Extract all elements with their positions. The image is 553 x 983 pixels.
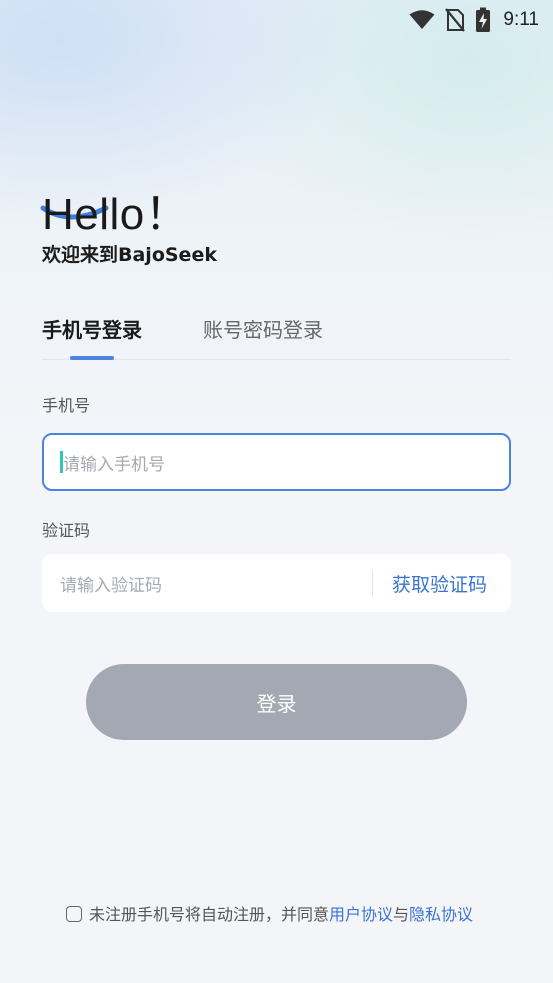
active-tab-indicator xyxy=(70,356,114,360)
agreement-text: 未注册手机号将自动注册，并同意用户协议与隐私协议 xyxy=(66,904,496,925)
code-separator xyxy=(372,570,373,596)
tab-phone-login[interactable]: 手机号登录 xyxy=(42,314,142,343)
welcome-subtitle: 欢迎来到BajoSeek xyxy=(42,244,217,266)
agreement-checkbox[interactable] xyxy=(66,906,82,922)
code-label: 验证码 xyxy=(42,521,91,540)
battery-charging-icon xyxy=(476,7,491,32)
status-time: 9:11 xyxy=(503,9,539,30)
agreement-prefix: 未注册手机号将自动注册，并同意 xyxy=(89,905,330,924)
login-button[interactable]: 登录 xyxy=(86,664,467,740)
phone-input[interactable]: 请输入手机号 xyxy=(42,433,511,491)
phone-placeholder: 请输入手机号 xyxy=(63,454,165,475)
login-tabs: 手机号登录 账号密码登录 xyxy=(42,312,511,362)
status-bar: 9:11 xyxy=(0,0,553,40)
agreement-row: 未注册手机号将自动注册，并同意用户协议与隐私协议 xyxy=(66,904,496,925)
user-agreement-link[interactable]: 用户协议 xyxy=(329,905,393,924)
agreement-and: 与 xyxy=(393,905,410,924)
get-code-button[interactable]: 获取验证码 xyxy=(392,570,487,597)
wifi-icon xyxy=(409,10,435,29)
no-sim-icon xyxy=(445,8,466,32)
phone-label: 手机号 xyxy=(42,396,91,415)
privacy-policy-link[interactable]: 隐私协议 xyxy=(409,905,473,924)
background-gradient xyxy=(0,0,553,983)
code-placeholder: 请输入验证码 xyxy=(60,575,162,596)
hello-heading-group: Hello！ xyxy=(40,178,190,242)
hello-heading: Hello！ xyxy=(42,190,190,239)
tab-account-login[interactable]: 账号密码登录 xyxy=(203,314,323,343)
code-input[interactable]: 请输入验证码 获取验证码 xyxy=(42,554,511,612)
